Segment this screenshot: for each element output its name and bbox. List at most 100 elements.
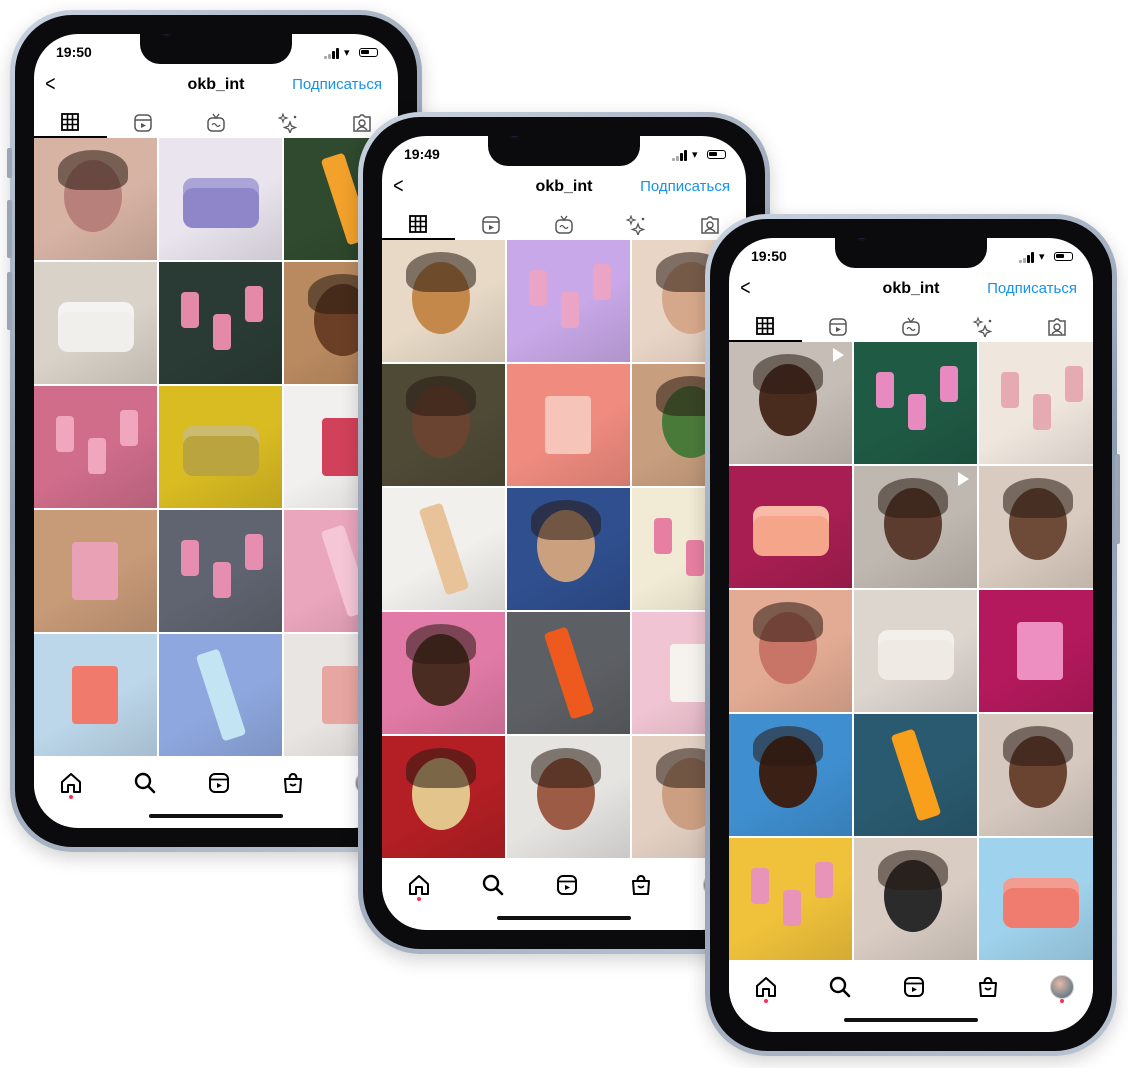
post-thumbnail[interactable] [382,364,505,486]
photo-hair [531,500,601,540]
post-thumbnail[interactable] [979,342,1093,464]
post-thumbnail[interactable] [729,590,852,712]
nav-home[interactable] [58,770,84,796]
status-time: 19:49 [404,146,440,162]
wifi-icon: ▾ [692,149,698,161]
tab-reels[interactable] [802,312,875,342]
product-bottle [876,372,894,408]
post-thumbnail[interactable] [729,838,852,960]
battery-icon [359,48,378,57]
product-bottle [940,366,958,402]
tab-effects[interactable] [947,312,1020,342]
post-thumbnail[interactable] [729,714,852,836]
reels-icon [482,216,500,234]
nav-shop[interactable] [280,770,306,796]
posts-grid [729,342,1093,960]
product-bottle [815,862,833,898]
post-thumbnail[interactable] [979,466,1093,588]
product-tube [418,502,470,596]
igtv-icon [207,113,225,132]
post-thumbnail[interactable] [979,714,1093,836]
post-thumbnail[interactable] [854,714,977,836]
home-icon [756,977,776,997]
tagged-icon [352,114,371,132]
screen: 19:49 ▾ < okb_int Подписаться [382,136,746,930]
post-thumbnail[interactable] [159,138,282,260]
post-thumbnail[interactable] [382,240,505,362]
post-thumbnail[interactable] [382,612,505,734]
post-thumbnail[interactable] [507,612,630,734]
post-thumbnail[interactable] [34,634,157,756]
follow-button[interactable]: Подписаться [640,178,730,195]
nav-search[interactable] [480,872,506,898]
follow-button[interactable]: Подписаться [292,76,382,93]
post-thumbnail[interactable] [854,590,977,712]
signal-icon [324,56,327,59]
nav-reels[interactable] [206,770,232,796]
nav-search[interactable] [827,974,853,1000]
status-time: 19:50 [56,44,92,60]
post-thumbnail[interactable] [507,488,630,610]
tab-effects[interactable] [252,108,325,138]
nav-reels[interactable] [901,974,927,1000]
post-thumbnail[interactable] [507,240,630,362]
tab-tagged[interactable] [1020,312,1093,342]
product-bottle [88,438,106,474]
tab-effects[interactable] [600,210,673,240]
video-play-icon [833,348,844,362]
tab-reels[interactable] [455,210,528,240]
post-thumbnail[interactable] [854,466,977,588]
post-thumbnail[interactable] [382,488,505,610]
signal-icon [672,158,675,161]
nav-search[interactable] [132,770,158,796]
post-thumbnail[interactable] [729,342,852,464]
product-bottle [1001,372,1019,408]
reels-icon [134,114,152,132]
tab-grid[interactable] [729,312,802,342]
tab-igtv[interactable] [528,210,601,240]
post-thumbnail[interactable] [159,262,282,384]
post-thumbnail[interactable] [159,510,282,632]
post-thumbnail[interactable] [854,342,977,464]
grid-icon [756,317,775,335]
post-thumbnail[interactable] [507,736,630,858]
product-jar [58,302,134,352]
reels-icon [829,318,847,336]
post-thumbnail[interactable] [159,634,282,756]
product-tube [543,626,595,720]
post-thumbnail[interactable] [854,838,977,960]
search-icon [482,874,504,896]
nav-profile[interactable] [1049,974,1075,1000]
post-thumbnail[interactable] [729,466,852,588]
post-thumbnail[interactable] [979,838,1093,960]
post-thumbnail[interactable] [34,386,157,508]
tab-grid[interactable] [34,108,107,138]
product-bottle [783,890,801,926]
tab-reels[interactable] [107,108,180,138]
product-bottle [593,264,611,300]
post-thumbnail[interactable] [382,736,505,858]
nav-home[interactable] [753,974,779,1000]
nav-shop[interactable] [628,872,654,898]
post-thumbnail[interactable] [979,590,1093,712]
follow-button[interactable]: Подписаться [987,280,1077,297]
reels-icon [209,773,229,793]
product-box [545,396,591,454]
igtv-icon [555,215,573,234]
tab-igtv[interactable] [875,312,948,342]
photo-hair [1003,726,1073,766]
product-jar [183,178,259,228]
post-thumbnail[interactable] [507,364,630,486]
nav-shop[interactable] [975,974,1001,1000]
nav-home[interactable] [406,872,432,898]
tab-igtv[interactable] [180,108,253,138]
post-thumbnail[interactable] [159,386,282,508]
tagged-icon [1047,318,1066,336]
post-thumbnail[interactable] [34,510,157,632]
screen: 19:50 ▾ < okb_int Подписаться [34,34,398,828]
profile-tabs [382,210,746,240]
post-thumbnail[interactable] [34,262,157,384]
post-thumbnail[interactable] [34,138,157,260]
nav-reels[interactable] [554,872,580,898]
tab-grid[interactable] [382,210,455,240]
